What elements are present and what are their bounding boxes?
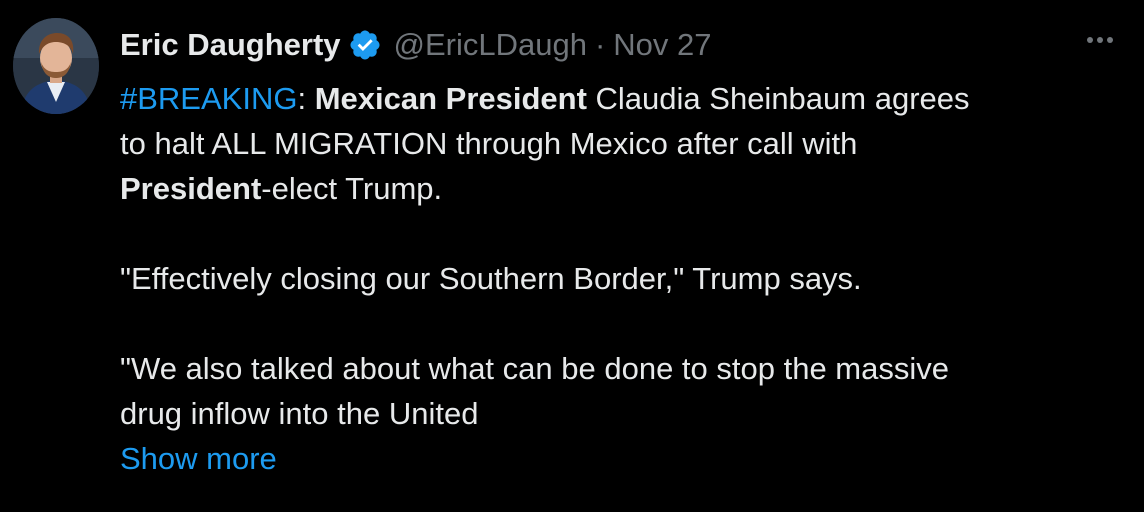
tweet-line-5: "We also talked about what can be done t… [120, 351, 949, 386]
plain-text: -elect Trump. [261, 171, 443, 206]
bold-text: President [120, 171, 262, 206]
separator-dot: · [594, 27, 606, 62]
tweet-line-4: "Effectively closing our Southern Border… [120, 261, 862, 296]
show-more-link[interactable]: Show more [120, 436, 1130, 481]
tweet-line-6: drug inflow into the United [120, 396, 479, 431]
tweet-date[interactable]: Nov 27 [613, 27, 711, 63]
bold-text: Mexican President [314, 81, 587, 116]
verified-badge-icon[interactable] [348, 28, 382, 62]
colon-text: : [297, 81, 307, 116]
author-handle[interactable]: @EricLDaugh [394, 27, 587, 63]
tweet-line-3: President-elect Trump. [120, 166, 1130, 211]
tweet-line-1: #BREAKING: Mexican President Claudia She… [120, 76, 1130, 121]
avatar[interactable] [13, 18, 99, 114]
more-dots-icon[interactable] [1082, 22, 1118, 58]
avatar-image [13, 18, 99, 114]
tweet-header: Eric Daugherty @EricLDaugh · Nov 27 [120, 24, 712, 66]
plain-text: Claudia Sheinbaum agrees [586, 81, 970, 116]
hashtag-link[interactable]: #BREAKING [120, 81, 297, 116]
tweet-line-2: to halt ALL MIGRATION through Mexico aft… [120, 126, 858, 161]
author-name[interactable]: Eric Daugherty [120, 27, 341, 63]
tweet-card[interactable]: Eric Daugherty @EricLDaugh · Nov 27 #BRE… [0, 0, 1144, 512]
tweet-text: #BREAKING: Mexican President Claudia She… [120, 76, 1130, 481]
